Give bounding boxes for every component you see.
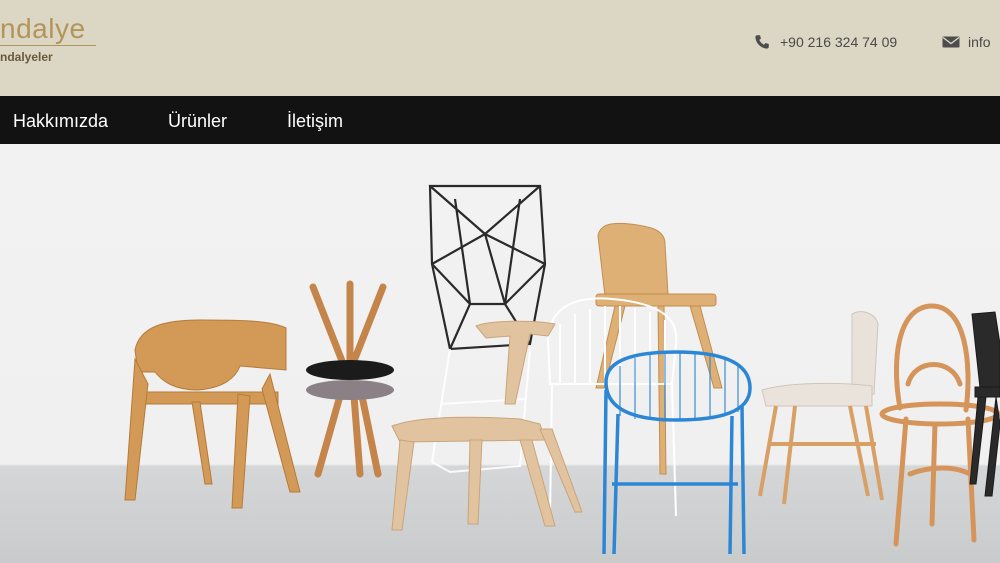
logo-subtitle: ndalyeler bbox=[0, 50, 53, 64]
email-address: info bbox=[968, 34, 991, 50]
top-header: ndalye ndalyeler +90 216 324 74 09 info bbox=[0, 0, 1000, 96]
chairs-showcase-image bbox=[0, 184, 1000, 563]
nav-item-iletisim[interactable]: İletişim bbox=[287, 96, 343, 144]
contact-email[interactable]: info bbox=[942, 32, 991, 52]
nav-item-urunler[interactable]: Ürünler bbox=[168, 96, 227, 144]
contact-phone[interactable]: +90 216 324 74 09 bbox=[754, 32, 897, 52]
hero-banner bbox=[0, 144, 1000, 563]
stool-seat bbox=[306, 360, 394, 380]
logo-text: ndalye bbox=[0, 13, 86, 44]
logo-underline bbox=[0, 45, 96, 46]
envelope-icon bbox=[942, 34, 960, 50]
nav-item-hakkimizda[interactable]: Hakkımızda bbox=[13, 96, 108, 144]
chair-wood-tall bbox=[595, 222, 723, 475]
site-logo[interactable]: ndalye ndalyeler bbox=[0, 13, 96, 64]
phone-icon bbox=[754, 34, 770, 50]
phone-number: +90 216 324 74 09 bbox=[780, 34, 898, 50]
main-nav: Hakkımızda Ürünler İletişim bbox=[0, 96, 1000, 144]
